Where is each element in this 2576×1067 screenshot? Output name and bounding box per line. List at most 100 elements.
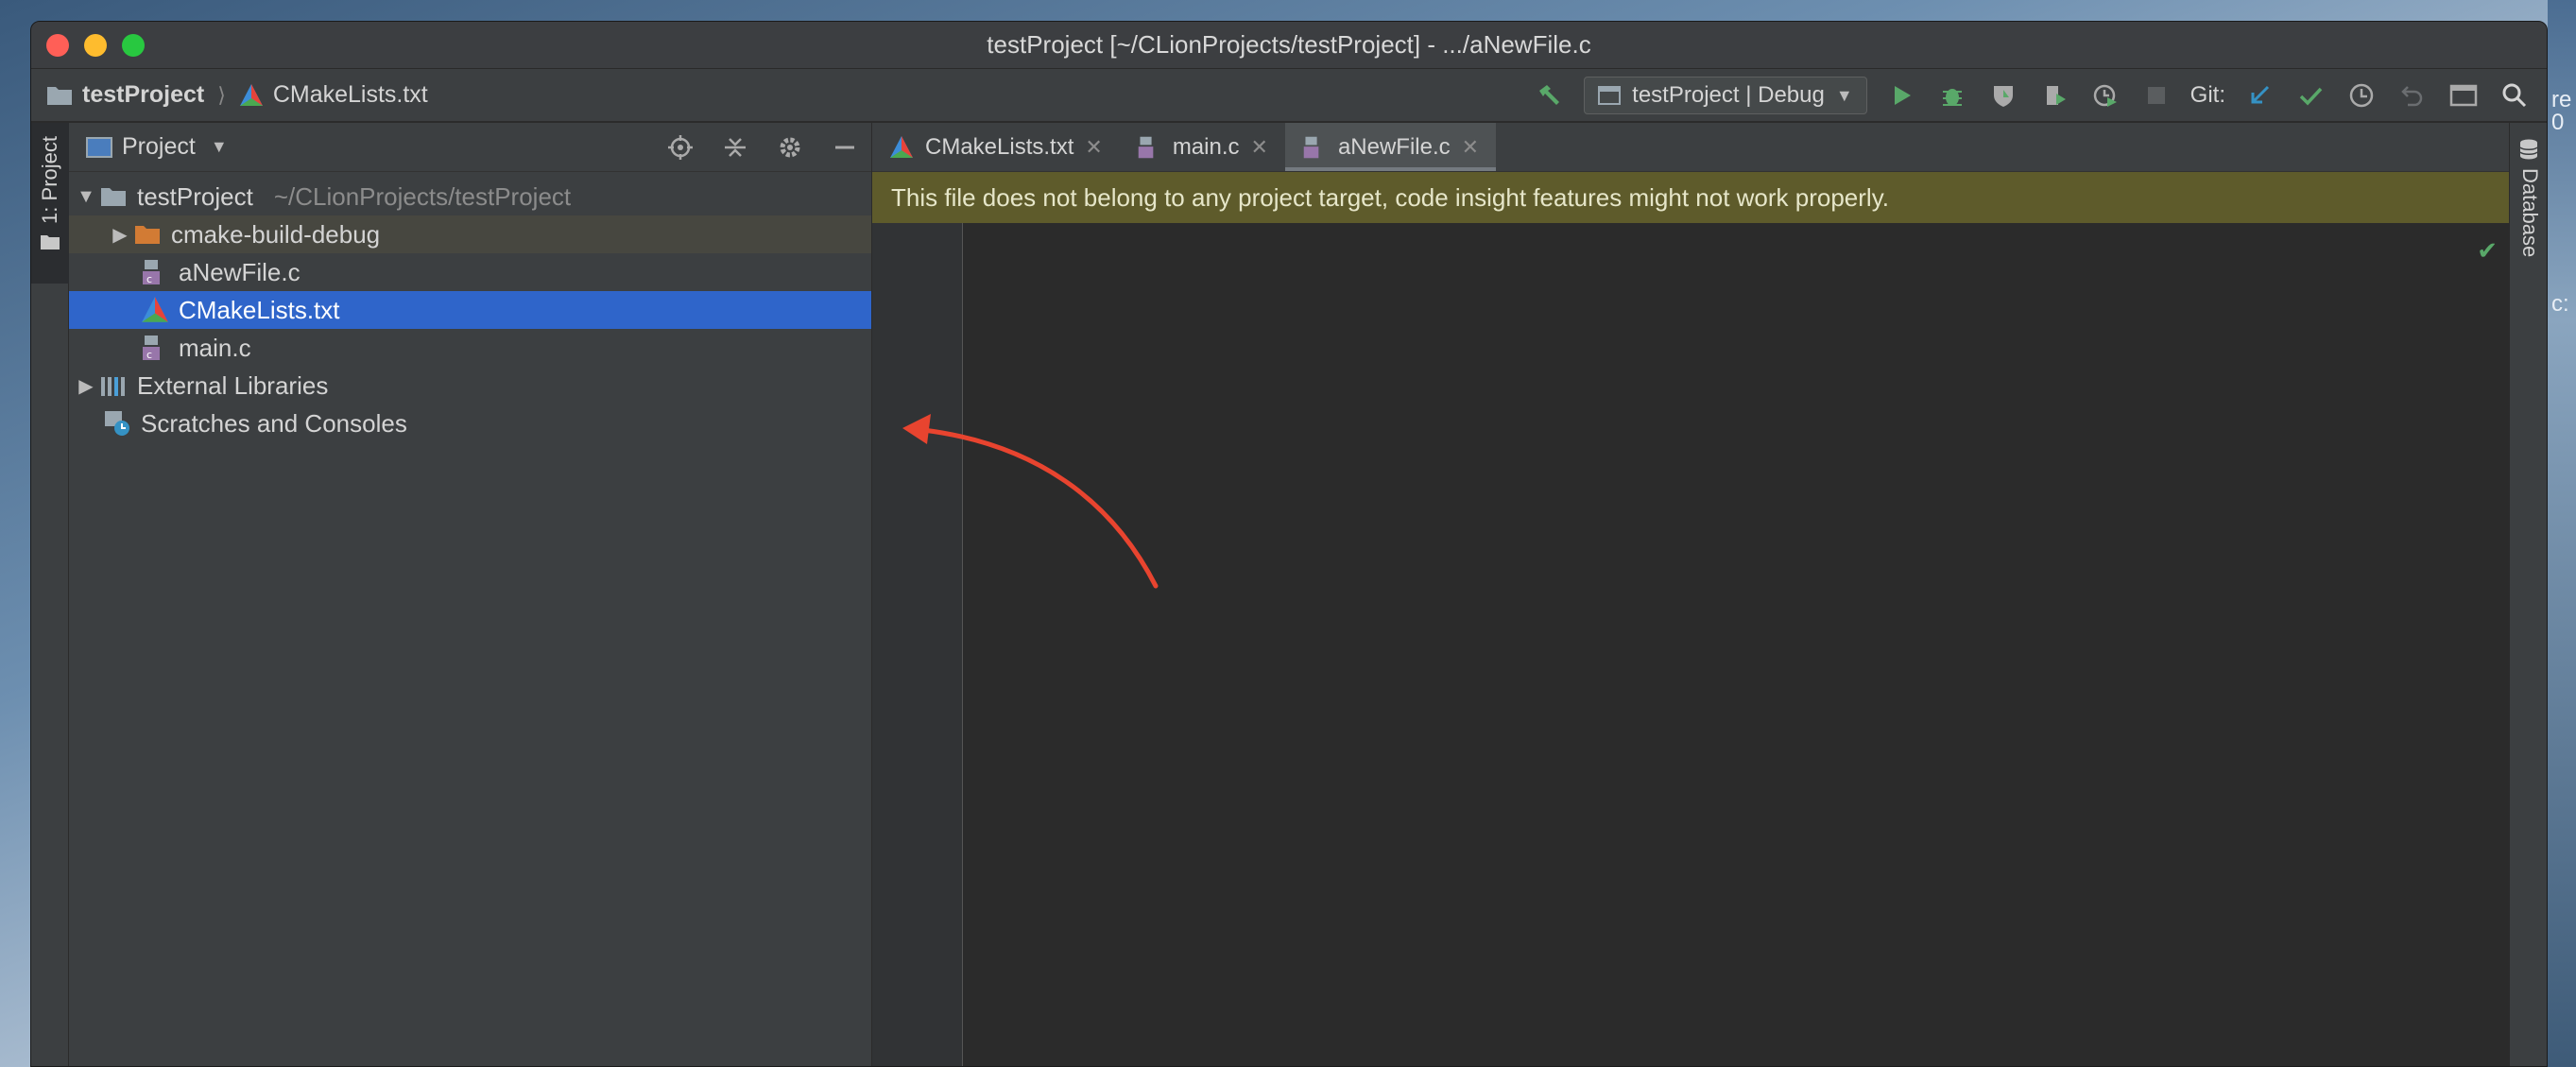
window-title: testProject [~/CLionProjects/testProject… bbox=[987, 30, 1591, 59]
breadcrumb-separator-icon: ⟩ bbox=[217, 82, 226, 107]
toolbar-actions: testProject | Debug ▼ Git: bbox=[1533, 77, 2532, 114]
tree-row-external-libraries[interactable]: ▶ External Libraries bbox=[69, 367, 871, 404]
collapsed-arrow-icon[interactable]: ▶ bbox=[77, 374, 95, 398]
tree-scratches: Scratches and Consoles bbox=[141, 408, 407, 438]
navigation-toolbar: testProject ⟩ CMakeLists.txt testProject… bbox=[31, 69, 2547, 122]
hide-panel-icon[interactable] bbox=[832, 134, 858, 161]
cmake-app-icon bbox=[1598, 86, 1622, 105]
annotation-arrow-icon bbox=[902, 414, 1159, 589]
folder-icon bbox=[47, 86, 72, 105]
project-view-icon bbox=[86, 136, 112, 158]
tree-row-root[interactable]: ▼ testProject ~/CLionProjects/testProjec… bbox=[69, 178, 871, 215]
tree-file-cmakelists: CMakeLists.txt bbox=[179, 295, 340, 324]
title-bar[interactable]: testProject [~/CLionProjects/testProject… bbox=[31, 22, 2547, 69]
tab-cmakelists[interactable]: CMakeLists.txt ✕ bbox=[872, 123, 1120, 171]
tree-root-name: testProject bbox=[137, 181, 253, 211]
rollback-icon[interactable] bbox=[2396, 78, 2430, 112]
project-panel: Project ▼ ▼ testProject ~/CLionProjects/… bbox=[69, 123, 872, 1066]
line-number-gutter bbox=[872, 223, 963, 1066]
desktop-edge-text: 0 bbox=[2551, 110, 2565, 135]
tree-file-main: main.c bbox=[179, 333, 251, 362]
close-icon[interactable]: ✕ bbox=[1251, 135, 1268, 160]
warning-banner: This file does not belong to any project… bbox=[872, 172, 2509, 223]
tree-build-folder-name: cmake-build-debug bbox=[171, 219, 381, 249]
minimize-window-button[interactable] bbox=[84, 34, 107, 57]
close-window-button[interactable] bbox=[46, 34, 69, 57]
tree-external-libraries: External Libraries bbox=[137, 370, 329, 400]
folder-icon bbox=[41, 234, 60, 250]
git-label: Git: bbox=[2190, 82, 2225, 108]
panel-tools bbox=[667, 134, 858, 161]
desktop-edge-text: c: bbox=[2551, 291, 2569, 317]
breadcrumb-project[interactable]: testProject bbox=[82, 81, 204, 109]
breadcrumb: testProject ⟩ CMakeLists.txt bbox=[46, 81, 428, 109]
tree-row-build-folder[interactable]: ▶ cmake-build-debug bbox=[69, 215, 871, 253]
svg-text:c: c bbox=[146, 273, 152, 285]
project-panel-title[interactable]: Project bbox=[122, 133, 196, 161]
tab-label: aNewFile.c bbox=[1337, 133, 1451, 160]
run-configuration-select[interactable]: testProject | Debug ▼ bbox=[1584, 77, 1867, 114]
tree-row-cmakelists[interactable]: CMakeLists.txt bbox=[69, 291, 871, 329]
cmake-icon bbox=[890, 135, 913, 158]
clock-history-icon[interactable] bbox=[2344, 78, 2379, 112]
search-icon[interactable] bbox=[2498, 78, 2532, 112]
chevron-down-icon[interactable]: ▼ bbox=[211, 137, 228, 157]
project-tree: ▼ testProject ~/CLionProjects/testProjec… bbox=[69, 172, 871, 442]
folder-icon bbox=[135, 226, 160, 244]
close-icon[interactable]: ✕ bbox=[1085, 135, 1102, 160]
debug-bug-icon[interactable] bbox=[1935, 78, 1969, 112]
main-area: 1: Project Project ▼ ▼ testProject ~/CLi… bbox=[31, 123, 2547, 1066]
c-file-icon: c bbox=[143, 260, 160, 285]
scratches-icon bbox=[105, 411, 129, 436]
attach-profiler-icon[interactable] bbox=[2088, 78, 2122, 112]
right-tool-strip: Database bbox=[2509, 123, 2547, 1066]
ide-window: testProject [~/CLionProjects/testProject… bbox=[30, 21, 2548, 1067]
git-commit-check-icon[interactable] bbox=[2293, 78, 2327, 112]
c-file-icon bbox=[1303, 136, 1319, 158]
stop-icon[interactable] bbox=[2139, 78, 2173, 112]
desktop-background-edge: re 0 c: bbox=[2548, 0, 2576, 1067]
database-icon[interactable] bbox=[2518, 138, 2539, 161]
inspection-ok-check-icon[interactable]: ✔ bbox=[2477, 236, 2498, 266]
editor-tabs: CMakeLists.txt ✕ main.c ✕ aNewFile.c ✕ bbox=[872, 123, 2509, 172]
coverage-icon[interactable] bbox=[1986, 78, 2020, 112]
project-tool-tab-label: 1: Project bbox=[38, 136, 61, 224]
c-file-icon bbox=[1138, 136, 1154, 158]
git-update-arrow-icon[interactable] bbox=[2242, 78, 2276, 112]
zoom-window-button[interactable] bbox=[122, 34, 145, 57]
profile-icon[interactable] bbox=[2037, 78, 2071, 112]
build-hammer-icon[interactable] bbox=[1533, 78, 1567, 112]
left-tool-strip: 1: Project bbox=[31, 123, 69, 1066]
svg-text:c: c bbox=[146, 349, 152, 361]
tree-row-scratches[interactable]: Scratches and Consoles bbox=[69, 404, 871, 442]
tab-main[interactable]: main.c ✕ bbox=[1120, 123, 1285, 171]
tree-row-main[interactable]: c main.c bbox=[69, 329, 871, 367]
cmake-icon bbox=[142, 297, 168, 322]
library-icon bbox=[101, 377, 125, 396]
editor-area: CMakeLists.txt ✕ main.c ✕ aNewFile.c ✕ T… bbox=[872, 123, 2509, 1066]
gear-icon[interactable] bbox=[777, 134, 803, 161]
close-icon[interactable]: ✕ bbox=[1462, 135, 1479, 160]
terminal-window-icon[interactable] bbox=[2447, 78, 2481, 112]
tree-row-anewfile[interactable]: c aNewFile.c bbox=[69, 253, 871, 291]
project-panel-header: Project ▼ bbox=[69, 123, 871, 172]
tab-label: main.c bbox=[1172, 133, 1240, 160]
breadcrumb-file[interactable]: CMakeLists.txt bbox=[273, 81, 428, 109]
tab-anewfile[interactable]: aNewFile.c ✕ bbox=[1284, 123, 1497, 171]
tab-label: CMakeLists.txt bbox=[925, 133, 1074, 160]
run-triangle-icon[interactable] bbox=[1884, 78, 1918, 112]
project-tool-tab[interactable]: 1: Project bbox=[31, 123, 69, 284]
cmake-icon bbox=[239, 83, 263, 106]
chevron-down-icon: ▼ bbox=[1835, 85, 1853, 105]
tree-file-anewfile: aNewFile.c bbox=[179, 257, 301, 286]
folder-icon bbox=[101, 188, 126, 206]
window-controls bbox=[46, 34, 145, 57]
locate-target-icon[interactable] bbox=[667, 134, 694, 161]
c-file-icon: c bbox=[143, 336, 160, 361]
run-config-label: testProject | Debug bbox=[1632, 82, 1825, 108]
collapsed-arrow-icon[interactable]: ▶ bbox=[111, 223, 129, 247]
database-tool-tab[interactable]: Database bbox=[2517, 168, 2542, 257]
tree-root-path: ~/CLionProjects/testProject bbox=[273, 181, 572, 211]
collapse-all-icon[interactable] bbox=[722, 134, 748, 161]
expand-arrow-icon[interactable]: ▼ bbox=[77, 186, 95, 208]
